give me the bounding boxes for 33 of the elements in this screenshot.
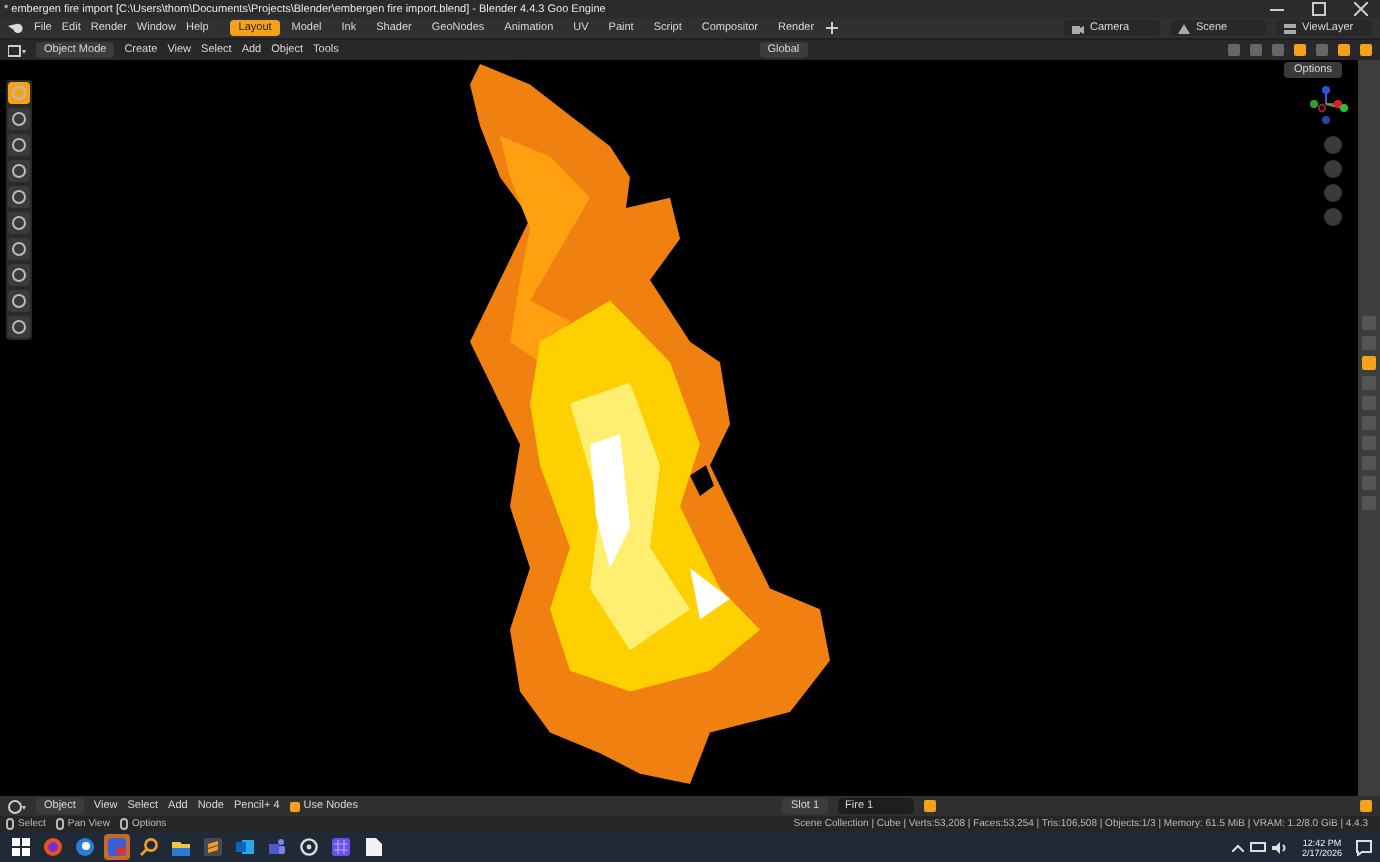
tool-button[interactable] [8, 134, 30, 156]
tool-button[interactable] [8, 108, 30, 130]
tool-button[interactable] [8, 82, 30, 104]
mouse-icon [6, 818, 14, 830]
tool-button[interactable] [8, 160, 30, 182]
network-icon[interactable] [1249, 841, 1266, 853]
editor-type-icon[interactable] [8, 43, 26, 57]
volume-icon[interactable] [1271, 841, 1288, 853]
taskbar-button[interactable] [136, 834, 162, 860]
use-nodes-checkbox[interactable] [289, 801, 300, 811]
taskbar-button[interactable] [296, 834, 322, 860]
taskbar-button[interactable] [200, 834, 226, 860]
close-icon[interactable] [1354, 2, 1368, 16]
app-logo-icon[interactable] [8, 22, 24, 34]
layers-icon [1284, 23, 1296, 33]
axis-gizmo-drawing[interactable] [1308, 84, 1352, 128]
triangle-icon [1178, 23, 1190, 33]
tool-button[interactable] [8, 212, 30, 234]
tool-button[interactable] [8, 186, 30, 208]
taskbar-button[interactable] [328, 834, 354, 860]
tool-button[interactable] [8, 316, 30, 338]
editor-type-icon[interactable] [8, 799, 26, 813]
chevron-up-icon[interactable] [1231, 843, 1244, 851]
tool-button[interactable] [8, 290, 30, 312]
maximize-icon[interactable] [1312, 2, 1326, 16]
mouse-icon [119, 818, 128, 830]
tool-button[interactable] [8, 238, 30, 260]
add-icon[interactable] [826, 22, 839, 34]
tool-button[interactable] [8, 264, 30, 286]
taskbar-button[interactable] [72, 834, 98, 860]
notification-icon[interactable] [1356, 839, 1372, 855]
mouse-icon [55, 818, 64, 830]
taskbar-button[interactable] [8, 834, 34, 860]
